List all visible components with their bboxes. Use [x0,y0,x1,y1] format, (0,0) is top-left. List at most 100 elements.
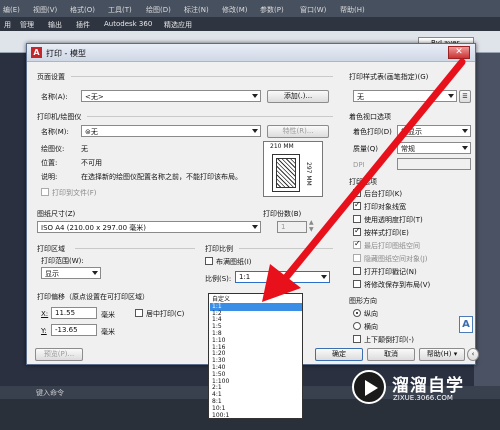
help-label: 帮助(H) [426,350,452,358]
scale-option[interactable]: 100:1 [212,412,300,420]
divider [239,248,333,249]
watermark-url: ZIXUE.3066.COM [393,394,453,402]
ribbon-tab-featured-apps[interactable]: 精选应用 [164,20,192,30]
plotter-label: 绘图仪: [41,145,65,153]
background-plot-checkbox[interactable]: 后台打印(K) [353,189,402,199]
menu-modify[interactable]: 修改(M) [222,5,248,15]
dpi-input[interactable] [397,158,471,170]
plot-paperspace-last-checkbox[interactable]: 最后打印图纸空间 [353,239,420,251]
chevron-down-icon [448,94,454,98]
checkbox-box [353,215,361,223]
add-page-setup-button[interactable]: 添加(.)... [267,90,329,103]
page-setup-name-label: 名称(A): [41,93,68,101]
menu-parameters[interactable]: 参数(P) [260,5,284,15]
orientation-group: 图形方向 [349,297,377,305]
menu-view[interactable]: 视图(V) [33,5,57,15]
paper-size-select[interactable]: ISO A4 (210.00 x 297.00 毫米) [37,221,261,233]
ok-button[interactable]: 确定 [315,348,363,361]
option-label: 将修改保存到布局(V) [364,281,431,289]
menu-edit[interactable]: 编(E) [3,5,20,15]
ribbon-tab-output[interactable]: 输出 [48,20,62,30]
copies-input[interactable]: 1 [277,221,307,233]
ribbon-tab-plugins[interactable]: 插件 [76,20,90,30]
printer-properties-button[interactable]: 特性(R)... [267,125,329,138]
fit-to-paper-checkbox[interactable]: 布满图纸(I) [205,257,252,267]
ribbon-tab-manage[interactable]: 管理 [20,20,34,30]
portrait-label: 纵向 [364,310,378,318]
fit-to-paper-label: 布满图纸(I) [216,258,252,266]
checkbox-box [353,200,361,210]
shade-plot-label: 着色打印(D) [353,128,392,136]
divider [87,116,333,117]
preview-button[interactable]: 预览(P)... [35,348,83,361]
dialog-titlebar[interactable]: A 打印 - 模型 ✕ [27,44,475,62]
center-plot-label: 居中打印(C) [146,310,185,318]
menu-tools[interactable]: 工具(T) [108,5,132,15]
radio-dot [353,322,361,330]
scale-dropdown-list[interactable]: 自定义 1:1 1:2 1:4 1:5 1:8 1:10 1:16 1:20 1:30 1:40 1:… [208,293,303,419]
center-plot-checkbox[interactable]: 居中打印(C) [135,309,184,319]
checkbox-box [353,189,361,197]
ribbon-tabs: 用 管理 输出 插件 Autodesk 360 精选应用 [0,17,500,31]
plot-with-styles-checkbox[interactable]: 按样式打印(E) [353,226,409,238]
ribbon-tab-autodesk360[interactable]: Autodesk 360 [104,20,152,28]
location-label: 位置: [41,159,58,167]
paper-preview: 210 MM 297 MM [263,141,323,197]
page-setup-group: 页面设置 [37,73,65,81]
help-button[interactable]: 帮助(H) ▾ [419,348,465,361]
command-prompt: 键入命令 [36,389,64,397]
plot-stamp-checkbox[interactable]: 打开打印戳记(N) [353,267,417,277]
print-to-file-checkbox[interactable]: 打印到文件(F) [41,188,97,198]
edit-plot-style-icon[interactable]: ☰ [459,90,471,103]
printer-name-label: 名称(M): [41,128,69,136]
plot-transparency-checkbox[interactable]: 使用透明度打印(T) [353,215,423,225]
menu-dimension[interactable]: 标注(N) [184,5,209,15]
print-to-file-label: 打印到文件(F) [52,189,97,197]
shade-plot-select[interactable]: 按显示 [397,125,471,137]
menu-format[interactable]: 格式(O) [70,5,95,15]
landscape-radio[interactable]: 横向 [353,322,378,332]
plot-style-value: 无 [357,93,364,101]
chevron-down-icon [321,275,327,279]
chevron-down-icon [252,225,258,229]
ribbon-tab-0[interactable]: 用 [4,20,11,30]
option-label: 按样式打印(E) [364,229,409,237]
plot-offset-group: 打印偏移（原点设置在可打印区域） [37,293,149,301]
close-button[interactable]: ✕ [448,46,470,59]
collapse-options-icon[interactable]: ‹ [467,348,479,361]
offset-y-input[interactable]: -13.65 [51,324,97,336]
divider [71,76,333,77]
checkbox-box [353,335,361,343]
landscape-label: 横向 [364,323,378,331]
preview-printable-area [276,158,296,188]
quality-select[interactable]: 常规 [397,142,471,154]
checkbox-box [353,254,361,262]
option-label: 最后打印图纸空间 [364,242,420,250]
quality-label: 质量(Q) [353,145,378,153]
portrait-orientation-icon: A [459,316,473,333]
checkbox-box [353,280,361,288]
plot-lineweights-checkbox[interactable]: 打印对象线宽 [353,200,406,212]
dpi-label: DPI [353,161,365,169]
plot-scale-group: 打印比例 [205,245,233,253]
chevron-down-icon [252,94,258,98]
watermark: 溜溜自学 ZIXUE.3066.COM [352,368,500,410]
menu-help[interactable]: 帮助(H) [340,5,365,15]
menu-window[interactable]: 窗口(W) [300,5,326,15]
description-label: 说明: [41,173,58,181]
page-setup-select[interactable]: <无> [81,90,261,102]
upside-down-checkbox[interactable]: 上下颠倒打印(-) [353,335,414,345]
printer-select[interactable]: ⊜无 [81,125,261,137]
scale-select[interactable]: 1:1 [235,271,330,283]
cancel-button[interactable]: 取消 [367,348,415,361]
plot-range-select[interactable]: 显示 [41,267,101,279]
chevron-down-icon [462,129,468,133]
offset-x-input[interactable]: 11.55 [51,307,97,319]
plot-style-select[interactable]: 无 [353,90,457,102]
menu-draw[interactable]: 绘图(D) [146,5,171,15]
paper-size-value: ISO A4 (210.00 x 297.00 毫米) [41,224,146,232]
save-to-layout-checkbox[interactable]: 将修改保存到布局(V) [353,280,430,290]
portrait-radio[interactable]: 纵向 [353,309,378,319]
copies-spinner-icon[interactable]: ▲ ▼ [309,219,314,233]
hide-paperspace-objects-checkbox[interactable]: 隐藏图纸空间对象(J) [353,254,428,264]
